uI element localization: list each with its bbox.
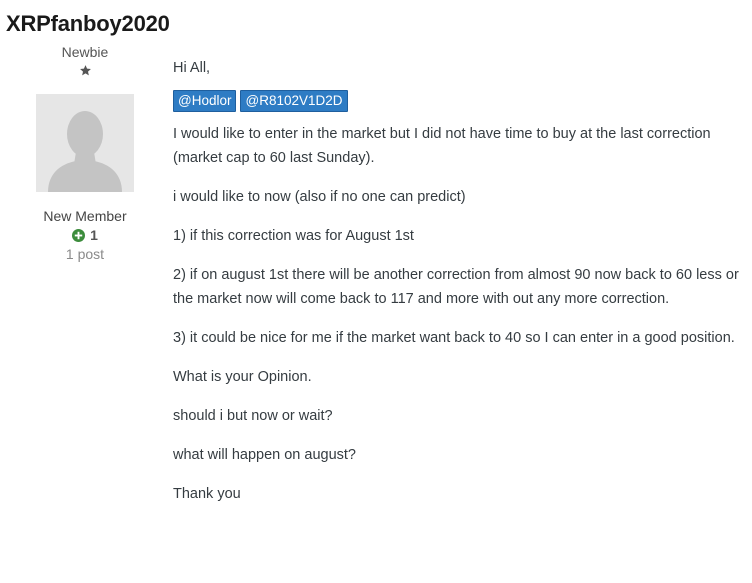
post-paragraph: 1) if this correction was for August 1st bbox=[173, 228, 414, 244]
post-paragraph: What is your Opinion. bbox=[173, 369, 312, 385]
mention-r8102v1d2d[interactable]: @R8102V1D2D bbox=[240, 90, 348, 112]
post-paragraph: I would like to enter in the market but … bbox=[173, 126, 711, 166]
post-paragraph: 3) it could be nice for me if the market… bbox=[173, 330, 735, 346]
post-paragraph: 2) if on august 1st there will be anothe… bbox=[173, 267, 739, 307]
post-paragraph: what will happen on august? bbox=[173, 447, 356, 463]
reputation-count: 1 bbox=[90, 227, 98, 243]
reputation-badge[interactable]: 1 bbox=[26, 226, 144, 244]
rank-title: Newbie bbox=[61, 44, 109, 60]
author-info-pane: Newbie New Member 1 1 post bbox=[26, 42, 144, 262]
post-paragraph: i would like to now (also if no one can … bbox=[173, 189, 466, 205]
plus-circle-icon bbox=[72, 228, 86, 242]
post-paragraph: should i but now or wait? bbox=[173, 408, 333, 424]
mentions-row: @Hodlor @R8102V1D2D bbox=[173, 90, 751, 112]
default-avatar-icon[interactable] bbox=[36, 94, 134, 192]
post-greeting: Hi All, bbox=[173, 60, 211, 76]
mention-hodlor[interactable]: @Hodlor bbox=[173, 90, 237, 112]
author-username[interactable]: XRPfanboy2020 bbox=[6, 11, 170, 37]
post-content: Hi All, @Hodlor @R8102V1D2D I would like… bbox=[173, 56, 751, 521]
post-paragraph: Thank you bbox=[173, 486, 241, 502]
member-group: New Member bbox=[43, 208, 127, 224]
star-icon bbox=[26, 64, 144, 78]
post-count: 1 post bbox=[65, 246, 105, 262]
